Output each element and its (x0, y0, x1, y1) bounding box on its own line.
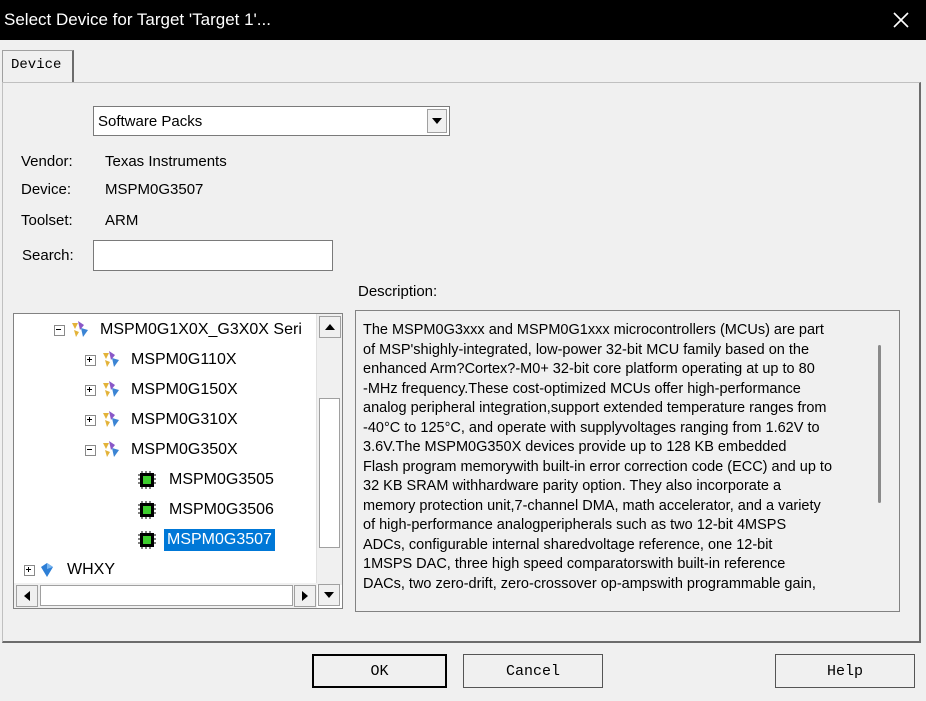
description-line: -MHz frequency.These cost-optimized MCUs… (363, 380, 801, 397)
subfamily-icon (103, 441, 119, 457)
collapse-expander-icon[interactable] (85, 444, 96, 456)
tree-item-device-selected[interactable]: MSPM0G3507 (138, 526, 275, 554)
tree-item-label: MSPM0G110X (131, 351, 237, 368)
description-scrollbar[interactable] (878, 345, 881, 503)
tree-item-label: MSPM0G350X (131, 441, 238, 458)
close-button[interactable] (876, 0, 926, 40)
expand-expander-icon[interactable] (85, 384, 96, 396)
ok-button[interactable]: OK (312, 654, 447, 688)
expand-expander-icon[interactable] (85, 354, 96, 366)
collapse-expander-icon[interactable] (54, 324, 65, 336)
device-value: MSPM0G3507 (105, 181, 204, 198)
subfamily-icon (103, 381, 119, 397)
description-line: ADCs, configurable internal sharedvoltag… (363, 536, 773, 553)
arrow-left-icon (24, 591, 30, 601)
title-bar: Select Device for Target 'Target 1'... (0, 0, 926, 40)
description-line: of high-performance analogperipherals su… (363, 517, 787, 533)
tree-item-label: MSPM0G3507 (164, 529, 275, 551)
chevron-down-icon (432, 118, 442, 124)
description-line: 3.6V.The MSPM0G350X devices provide up t… (363, 439, 787, 455)
tree-item-device[interactable]: MSPM0G3505 (138, 466, 277, 494)
tree-item-subfamily[interactable]: MSPM0G110X (85, 346, 240, 374)
arrow-right-icon (302, 591, 308, 601)
window-title: Select Device for Target 'Target 1'... (4, 10, 271, 29)
tree-item-label: MSPM0G150X (131, 381, 238, 398)
toolset-label: Toolset: (21, 212, 73, 229)
tree-item-label: MSPM0G1X0X_G3X0X Seri (100, 321, 302, 338)
device-label: Device: (21, 181, 72, 198)
scroll-thumb[interactable] (319, 398, 340, 548)
tree-item-label: MSPM0G3506 (169, 501, 274, 518)
source-select-value: Software Packs (98, 113, 203, 130)
description-line: 1MSPS DAC, three high speed comparatorsw… (363, 556, 786, 572)
close-icon (893, 12, 909, 28)
description-box[interactable]: The MSPM0G3xxx and MSPM0G1xxx microcontr… (355, 310, 900, 612)
description-line: 32 KB SRAM withhardware parity option. T… (363, 478, 782, 494)
tree-item-subfamily[interactable]: MSPM0G350X (85, 436, 241, 464)
tree-vertical-scrollbar[interactable] (316, 314, 342, 585)
subfamily-icon (103, 411, 119, 427)
tree-item-device[interactable]: MSPM0G3506 (138, 496, 277, 524)
description-line: Flash program memorywith built-in error … (363, 458, 833, 475)
tree-horizontal-scrollbar[interactable] (14, 583, 317, 608)
toolset-value: ARM (105, 212, 139, 229)
description-line: DACs, two zero-drift, zero-crossover op-… (363, 575, 816, 592)
scroll-down-button[interactable] (318, 584, 340, 606)
vendor-icon (41, 563, 53, 577)
chip-icon (138, 471, 156, 489)
subfamily-icon (103, 351, 119, 367)
help-button[interactable]: Help (775, 654, 915, 688)
tab-device[interactable]: Device (2, 50, 74, 82)
vendor-label: Vendor: (21, 153, 73, 170)
tree-item-label: WHXY (67, 561, 115, 578)
tree-item-family[interactable]: MSPM0G1X0X_G3X0X Seri (54, 316, 305, 344)
tree-item-subfamily[interactable]: MSPM0G310X (85, 406, 241, 434)
chip-icon (138, 501, 156, 519)
tree-item-subfamily[interactable]: MSPM0G150X (85, 376, 241, 404)
scroll-right-button[interactable] (294, 585, 316, 607)
description-label: Description: (358, 283, 438, 300)
tab-device-label: Device (11, 57, 62, 73)
description-line: The MSPM0G3xxx and MSPM0G1xxx microcontr… (363, 322, 824, 338)
chip-icon (138, 531, 156, 549)
scroll-left-button[interactable] (16, 585, 38, 607)
horizontal-scroll-thumb[interactable] (40, 585, 293, 606)
description-line: enhanced Arm?Cortex?-M0+ 32-bit core pla… (363, 361, 815, 377)
arrow-up-icon (325, 324, 335, 330)
arrow-down-icon (324, 592, 334, 598)
cancel-button[interactable]: Cancel (463, 654, 603, 688)
scroll-up-button[interactable] (319, 316, 341, 338)
expand-expander-icon[interactable] (85, 414, 96, 426)
tree-item-vendor[interactable]: WHXY (24, 556, 118, 584)
description-line: of MSP'shighly-integrated, low-power 32-… (363, 341, 810, 358)
description-line: -40°C to 125°C, and operate with supplyv… (363, 419, 820, 436)
vendor-value: Texas Instruments (105, 153, 227, 170)
description-text: The MSPM0G3xxx and MSPM0G1xxx microcontr… (363, 321, 873, 601)
description-line: memory protection unit,7-channel DMA, ma… (363, 497, 821, 514)
search-input[interactable] (93, 240, 333, 271)
source-select-dropdown-button[interactable] (427, 109, 447, 133)
device-tree[interactable]: MSPM0G1X0X_G3X0X Seri MSPM0G110X MSPM0G1… (13, 313, 343, 609)
source-select[interactable]: Software Packs (93, 106, 450, 136)
tree-item-label: MSPM0G310X (131, 411, 238, 428)
tree-item-label: MSPM0G3505 (169, 471, 274, 488)
search-label: Search: (22, 247, 74, 264)
description-line: analog peripheral integration,support ex… (363, 400, 827, 416)
family-icon (72, 321, 88, 337)
expand-expander-icon[interactable] (24, 564, 35, 576)
